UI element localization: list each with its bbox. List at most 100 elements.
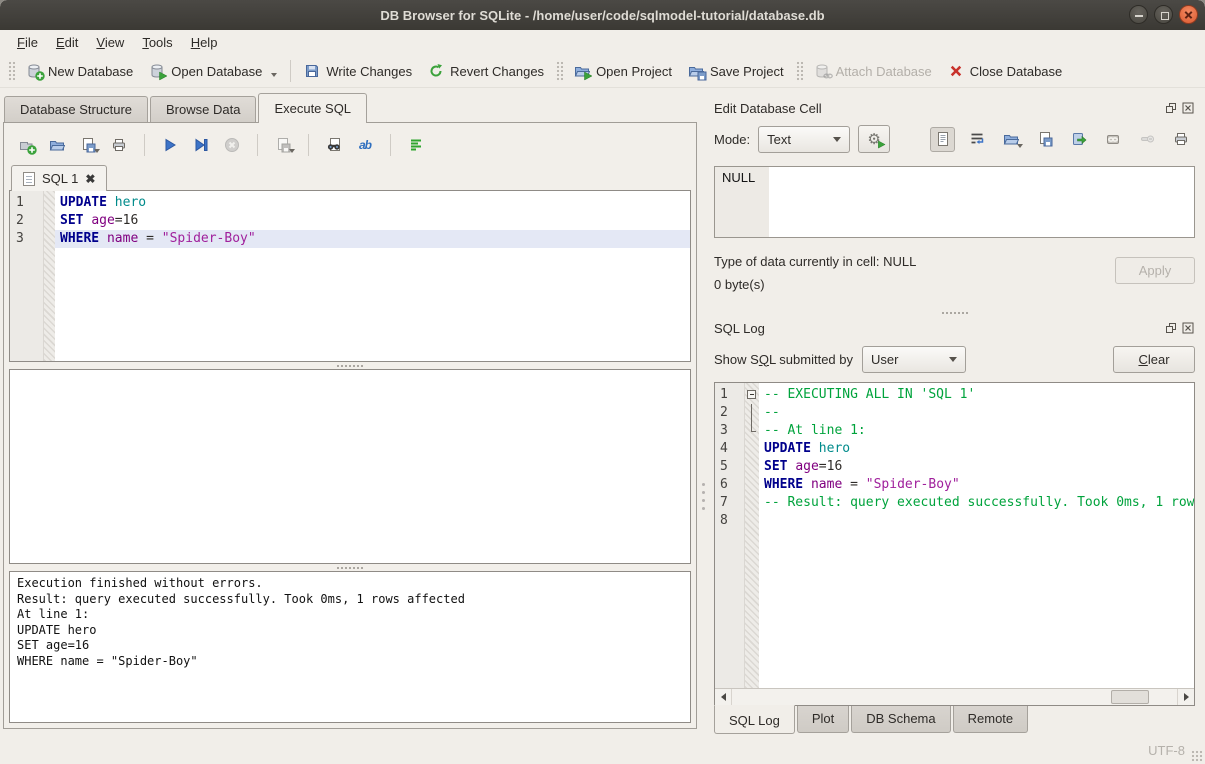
menu-edit[interactable]: Edit xyxy=(47,32,87,53)
save-project-icon xyxy=(688,63,704,79)
submitted-by-select[interactable]: User xyxy=(862,346,966,373)
tab-browse-data[interactable]: Browse Data xyxy=(150,96,256,123)
main-area: Database Structure Browse Data Execute S… xyxy=(0,88,1205,736)
tab-execute-sql[interactable]: Execute SQL xyxy=(258,93,367,123)
sql-log-viewer[interactable]: 12 34 56 78 -- EXECUTING ALL IN 'SQL 1' … xyxy=(714,382,1195,706)
save-project-button[interactable]: Save Project xyxy=(680,59,792,83)
export-cell-data-button[interactable] xyxy=(1032,127,1057,152)
dropdown-caret-icon[interactable] xyxy=(94,149,100,153)
auto-complete-button[interactable]: ab xyxy=(354,134,376,156)
sql-log-code[interactable]: -- EXECUTING ALL IN 'SQL 1' -- -- At lin… xyxy=(759,383,1194,688)
attach-database-button: Attach Database xyxy=(806,59,940,83)
toolbar-separator xyxy=(144,134,145,156)
sql-editor[interactable]: 1 2 3 UPDATE hero SET age=16 WHERE name … xyxy=(9,190,691,362)
copy-link-button[interactable] xyxy=(1100,127,1125,152)
open-database-button[interactable]: Open Database xyxy=(141,59,285,83)
sql-tab-1[interactable]: SQL 1 ✖ xyxy=(11,165,107,191)
fold-margin[interactable] xyxy=(745,383,759,688)
green-arrow-icon xyxy=(877,140,886,149)
link-icon xyxy=(1105,131,1121,147)
toolbar-grip[interactable] xyxy=(795,60,803,82)
dock-splitter[interactable] xyxy=(714,308,1195,318)
print-cell-button[interactable] xyxy=(1168,127,1193,152)
scroll-right-arrow[interactable] xyxy=(1177,689,1194,705)
menu-file[interactable]: File xyxy=(8,32,47,53)
editor-results-splitter[interactable] xyxy=(9,362,691,369)
word-wrap-button[interactable] xyxy=(964,127,989,152)
execute-current-line-button[interactable] xyxy=(190,134,212,156)
execute-all-button[interactable] xyxy=(159,134,181,156)
open-project-button[interactable]: Open Project xyxy=(566,59,680,83)
toolbar-separator xyxy=(290,60,291,82)
close-tab-icon[interactable]: ✖ xyxy=(85,172,95,186)
cell-value-editor[interactable]: NULL xyxy=(714,166,1195,238)
close-dock-button[interactable] xyxy=(1181,101,1195,115)
auto-switch-mode-button[interactable]: ⚙ xyxy=(858,125,890,153)
attach-database-icon xyxy=(814,63,830,79)
log-line: -- Result: query executed successfully. … xyxy=(759,494,1194,512)
dropdown-caret-icon[interactable] xyxy=(271,73,277,77)
export-arrow-icon xyxy=(1071,131,1087,147)
scroll-left-arrow[interactable] xyxy=(715,689,732,705)
scrollbar-track[interactable] xyxy=(732,689,1177,705)
format-sql-button[interactable] xyxy=(405,134,427,156)
status-bar: UTF-8 xyxy=(0,736,1205,764)
left-panel: Database Structure Browse Data Execute S… xyxy=(0,88,700,736)
tab-plot[interactable]: Plot xyxy=(797,706,849,733)
menu-view[interactable]: View xyxy=(87,32,133,53)
open-in-external-button[interactable] xyxy=(1066,127,1091,152)
new-database-button[interactable]: New Database xyxy=(18,59,141,83)
text-mode-button[interactable] xyxy=(930,127,955,152)
close-database-button[interactable]: Close Database xyxy=(940,59,1071,83)
print-button[interactable] xyxy=(108,134,130,156)
find-replace-icon xyxy=(326,137,342,153)
cell-value-content[interactable] xyxy=(769,167,1194,237)
toolbar-grip[interactable] xyxy=(7,60,15,82)
code-line: SET age=16 xyxy=(55,212,690,230)
mode-label: Mode: xyxy=(714,132,750,147)
toolbar-separator xyxy=(257,134,258,156)
float-dock-button[interactable] xyxy=(1164,321,1178,335)
cell-icon-group xyxy=(930,127,1193,152)
toolbar-grip[interactable] xyxy=(555,60,563,82)
open-sql-file-button[interactable] xyxy=(46,134,68,156)
horizontal-scrollbar[interactable] xyxy=(715,688,1194,705)
sql-code-area[interactable]: UPDATE hero SET age=16 WHERE name = "Spi… xyxy=(55,191,690,361)
clear-log-button[interactable]: Clear xyxy=(1113,346,1195,373)
line-number-gutter: 1 2 3 xyxy=(10,191,44,361)
import-cell-data-button[interactable] xyxy=(998,127,1023,152)
execution-status-log[interactable]: Execution finished without errors.Result… xyxy=(9,571,691,723)
save-sql-file-button[interactable] xyxy=(77,134,99,156)
tab-sql-log[interactable]: SQL Log xyxy=(714,705,795,734)
title-bar[interactable]: DB Browser for SQLite - /home/user/code/… xyxy=(0,0,1205,30)
sql-toolbar: ab xyxy=(9,128,691,162)
panel-splitter[interactable] xyxy=(702,483,705,486)
close-dock-button[interactable] xyxy=(1181,321,1195,335)
find-replace-button[interactable] xyxy=(323,134,345,156)
results-log-splitter[interactable] xyxy=(9,564,691,571)
maximize-button[interactable] xyxy=(1154,5,1173,24)
app-window: DB Browser for SQLite - /home/user/code/… xyxy=(0,0,1205,764)
mode-select[interactable]: Text xyxy=(758,126,850,153)
fold-collapse-icon[interactable] xyxy=(747,390,756,399)
new-tab-button[interactable] xyxy=(15,134,37,156)
tab-remote[interactable]: Remote xyxy=(953,706,1029,733)
resize-grip[interactable] xyxy=(1191,750,1203,762)
minimize-button[interactable] xyxy=(1129,5,1148,24)
print-icon xyxy=(111,137,127,153)
tab-database-structure[interactable]: Database Structure xyxy=(4,96,148,123)
set-null-button xyxy=(1134,127,1159,152)
dropdown-caret-icon[interactable] xyxy=(1017,144,1023,148)
close-button[interactable] xyxy=(1179,5,1198,24)
tab-db-schema[interactable]: DB Schema xyxy=(851,706,950,733)
float-dock-button[interactable] xyxy=(1164,101,1178,115)
line-number-gutter: 12 34 56 78 xyxy=(715,383,745,688)
write-changes-button[interactable]: Write Changes xyxy=(296,59,420,83)
results-table-area[interactable] xyxy=(9,369,691,564)
revert-changes-button[interactable]: Revert Changes xyxy=(420,59,552,83)
scrollbar-thumb[interactable] xyxy=(1111,690,1149,704)
dropdown-caret-icon xyxy=(289,149,295,153)
menu-help[interactable]: Help xyxy=(182,32,227,53)
menu-tools[interactable]: Tools xyxy=(133,32,181,53)
main-toolbar: New Database Open Database Write Changes… xyxy=(0,55,1205,88)
